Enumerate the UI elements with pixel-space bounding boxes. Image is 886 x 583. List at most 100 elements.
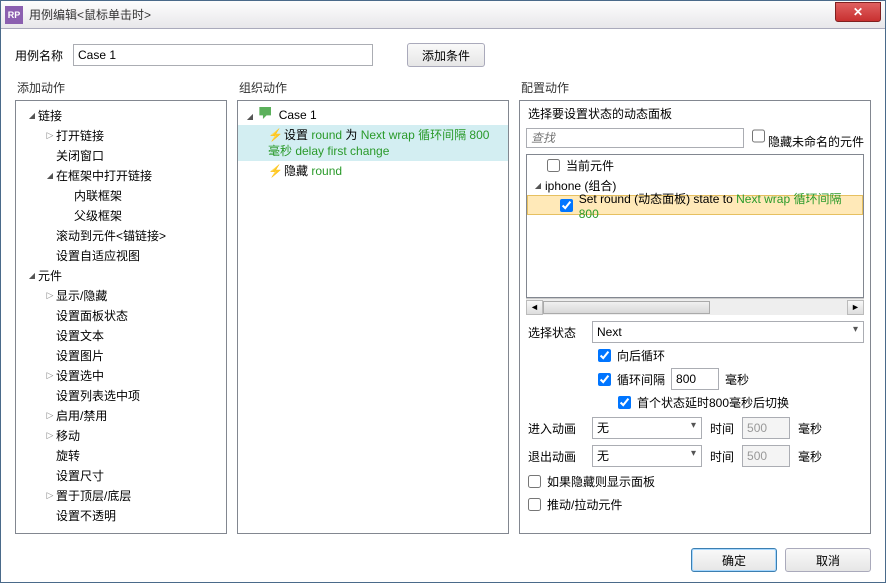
tree-item-label: 启用/禁用: [56, 407, 107, 424]
panel-list[interactable]: 当前元件 iphone (组合) Set round (动态面板) state …: [526, 154, 864, 298]
chevron-right-icon[interactable]: [44, 490, 56, 501]
titlebar[interactable]: RP 用例编辑<鼠标单击时> ✕: [1, 1, 885, 29]
tree-item-label: 链接: [38, 107, 62, 124]
tree-item[interactable]: 显示/隐藏: [16, 285, 226, 305]
chevron-down-icon[interactable]: [244, 109, 256, 125]
tree-item[interactable]: 链接: [16, 105, 226, 125]
dialog-body: 用例名称 添加条件 添加动作 链接打开链接关闭窗口在框架中打开链接内联框架父级框…: [1, 29, 885, 540]
add-actions-title: 添加动作: [15, 79, 227, 96]
push-pull-checkbox[interactable]: [528, 498, 541, 511]
tree-item[interactable]: 启用/禁用: [16, 405, 226, 425]
tree-item-label: 旋转: [56, 447, 80, 464]
scroll-left-icon[interactable]: ◄: [526, 300, 543, 315]
current-widget-checkbox[interactable]: [547, 159, 560, 172]
dialog-window: RP 用例编辑<鼠标单击时> ✕ 用例名称 添加条件 添加动作 链接打开链接关闭…: [0, 0, 886, 583]
action-text: 隐藏 round: [284, 164, 342, 178]
wrap-checkbox[interactable]: [598, 349, 611, 362]
case-name-row: 用例名称 添加条件: [15, 43, 871, 67]
anim-in-label: 进入动画: [528, 420, 584, 437]
organize-actions-body[interactable]: Case 1 ⚡设置 round 为 Next wrap 循环间隔 800 毫秒…: [237, 100, 509, 534]
tree-item-label: 在框架中打开链接: [56, 167, 152, 184]
chevron-right-icon[interactable]: [44, 430, 56, 441]
ok-button[interactable]: 确定: [691, 548, 777, 572]
anim-out-time-input: [742, 445, 790, 467]
chevron-right-icon[interactable]: [44, 290, 56, 301]
add-actions-tree[interactable]: 链接打开链接关闭窗口在框架中打开链接内联框架父级框架滚动到元件<锚链接>设置自适…: [15, 100, 227, 534]
tree-item-label: 置于顶层/底层: [56, 487, 131, 504]
show-if-hidden-checkbox[interactable]: [528, 475, 541, 488]
tree-item[interactable]: 元件: [16, 265, 226, 285]
tree-item[interactable]: 设置图片: [16, 345, 226, 365]
action-row[interactable]: ⚡设置 round 为 Next wrap 循环间隔 800 毫秒 delay …: [238, 125, 508, 161]
tree-item[interactable]: 移动: [16, 425, 226, 445]
tree-item-label: 父级框架: [74, 207, 122, 224]
close-icon: ✕: [853, 5, 863, 19]
add-condition-button[interactable]: 添加条件: [407, 43, 485, 67]
hide-unnamed-checkbox-label[interactable]: 隐藏未命名的元件: [752, 126, 864, 150]
chevron-right-icon[interactable]: [44, 410, 56, 421]
tree-item-label: 设置选中: [56, 367, 104, 384]
tree-item-label: 设置列表选中项: [56, 387, 140, 404]
tree-item-label: 元件: [38, 267, 62, 284]
select-panel-label: 选择要设置状态的动态面板: [528, 105, 864, 122]
tree-item[interactable]: 设置面板状态: [16, 305, 226, 325]
tree-item[interactable]: 打开链接: [16, 125, 226, 145]
horizontal-scrollbar[interactable]: ◄ ►: [526, 298, 864, 315]
app-icon: RP: [5, 6, 23, 24]
dialog-footer: 确定 取消: [1, 540, 885, 582]
tree-item[interactable]: 旋转: [16, 445, 226, 465]
chevron-right-icon[interactable]: [44, 370, 56, 381]
tree-item[interactable]: 关闭窗口: [16, 145, 226, 165]
tree-item-label: 打开链接: [56, 127, 104, 144]
action-text: 设置 round 为 Next wrap 循环间隔 800 毫秒 delay f…: [268, 128, 489, 158]
tree-item[interactable]: 设置尺寸: [16, 465, 226, 485]
delay-first-checkbox[interactable]: [618, 396, 631, 409]
case-name-label: 用例名称: [15, 47, 63, 64]
action-row[interactable]: ⚡ 隐藏 round: [238, 161, 508, 181]
scroll-thumb[interactable]: [543, 301, 710, 314]
panel-item-text: Set round (动态面板) state to Next wrap 循环间隔…: [579, 190, 862, 221]
loop-interval-input[interactable]: [671, 368, 719, 390]
tree-item-label: 设置尺寸: [56, 467, 104, 484]
tree-item-label: 关闭窗口: [56, 147, 104, 164]
tree-item[interactable]: 滚动到元件<锚链接>: [16, 225, 226, 245]
select-state-dropdown[interactable]: Next: [592, 321, 864, 343]
panel-item-row[interactable]: Set round (动态面板) state to Next wrap 循环间隔…: [527, 195, 863, 215]
tree-item[interactable]: 父级框架: [16, 205, 226, 225]
chevron-down-icon[interactable]: [531, 180, 545, 191]
chevron-down-icon[interactable]: [44, 170, 56, 181]
tree-item[interactable]: 设置列表选中项: [16, 385, 226, 405]
hide-unnamed-checkbox[interactable]: [752, 126, 765, 146]
search-input[interactable]: [526, 128, 744, 148]
anim-out-dropdown[interactable]: 无: [592, 445, 702, 467]
loop-interval-checkbox[interactable]: [598, 373, 611, 386]
cancel-button[interactable]: 取消: [785, 548, 871, 572]
add-actions-column: 添加动作 链接打开链接关闭窗口在框架中打开链接内联框架父级框架滚动到元件<锚链接…: [15, 79, 227, 534]
tree-item[interactable]: 设置选中: [16, 365, 226, 385]
panel-item-checkbox[interactable]: [560, 199, 573, 212]
chevron-right-icon[interactable]: [44, 130, 56, 141]
scroll-right-icon[interactable]: ►: [847, 300, 864, 315]
anim-out-label: 退出动画: [528, 448, 584, 465]
close-button[interactable]: ✕: [835, 2, 881, 22]
tree-item[interactable]: 在框架中打开链接: [16, 165, 226, 185]
current-widget-row[interactable]: 当前元件: [527, 155, 863, 175]
tree-item[interactable]: 内联框架: [16, 185, 226, 205]
case-name-input[interactable]: [73, 44, 373, 66]
tree-item[interactable]: 设置不透明: [16, 505, 226, 525]
chevron-down-icon[interactable]: [26, 270, 38, 281]
tree-item-label: 滚动到元件<锚链接>: [56, 227, 166, 244]
bolt-icon: ⚡: [268, 127, 280, 143]
anim-in-time-input: [742, 417, 790, 439]
case-icon: [259, 107, 271, 119]
configure-action-title: 配置动作: [519, 79, 871, 96]
chevron-down-icon[interactable]: [26, 110, 38, 121]
tree-item-label: 设置面板状态: [56, 307, 128, 324]
bolt-icon: ⚡: [268, 163, 280, 179]
tree-item[interactable]: 设置自适应视图: [16, 245, 226, 265]
tree-item[interactable]: 置于顶层/底层: [16, 485, 226, 505]
tree-item-label: 设置图片: [56, 347, 104, 364]
tree-item[interactable]: 设置文本: [16, 325, 226, 345]
anim-in-dropdown[interactable]: 无: [592, 417, 702, 439]
tree-item-label: 移动: [56, 427, 80, 444]
